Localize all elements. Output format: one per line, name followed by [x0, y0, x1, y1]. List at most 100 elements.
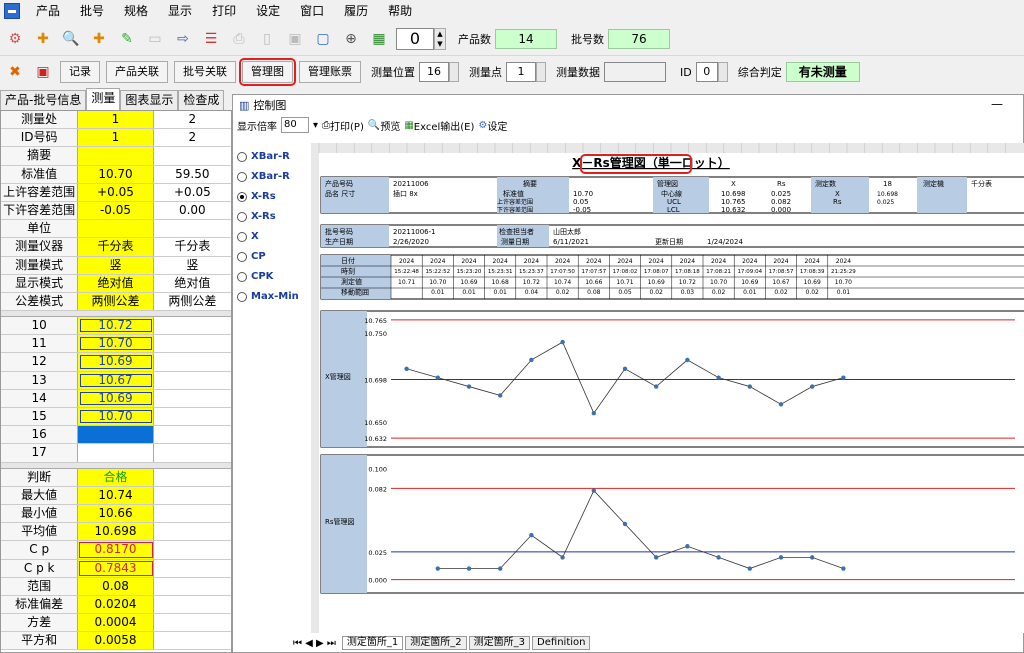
zoom-select[interactable]: 80 [281, 117, 309, 133]
radio-dot[interactable] [237, 192, 247, 202]
sheet-tab-def[interactable]: Definition [532, 636, 591, 650]
record-button[interactable]: 记录 [60, 61, 100, 83]
radio-dot[interactable] [237, 212, 247, 222]
control-chart-button[interactable]: 管理图 [239, 58, 296, 86]
cell-point2[interactable]: 千分表 [154, 238, 231, 255]
cell-point2[interactable]: 绝对值 [154, 275, 231, 292]
data-input[interactable] [604, 62, 666, 82]
cell-point2[interactable] [154, 147, 231, 164]
radio-dot[interactable] [237, 272, 247, 282]
zoom-dropdown-icon[interactable]: ▾ [313, 120, 318, 131]
add-lot-icon[interactable]: ✚ [88, 28, 110, 50]
cell-empty[interactable] [154, 444, 231, 461]
point-spinner[interactable] [536, 62, 546, 82]
measurement-cell[interactable] [78, 444, 154, 462]
cell-point1[interactable] [78, 147, 154, 165]
radio-dot[interactable] [237, 292, 247, 302]
cell-empty[interactable] [154, 390, 231, 407]
menu-view[interactable]: 显示 [158, 0, 202, 22]
cell-empty[interactable] [154, 372, 231, 389]
sheet-tab-1[interactable]: 测定箇所_1 [341, 636, 404, 650]
preview-icon[interactable]: 🔍 [368, 120, 380, 131]
chart-type-radio[interactable]: CP [233, 247, 309, 267]
radio-dot[interactable] [237, 152, 247, 162]
measurement-cell[interactable]: 10.70 [78, 408, 154, 426]
excel-export-button[interactable]: Excel输出(E) [414, 118, 475, 133]
search-lot-icon[interactable]: 🔍 [60, 28, 82, 50]
measurement-cell[interactable]: 10.69 [78, 353, 154, 371]
cell-point1[interactable] [78, 220, 154, 238]
cell-point1[interactable]: 竖 [78, 256, 154, 274]
cell-empty[interactable] [154, 317, 231, 334]
lot-link-button[interactable]: 批号关联 [174, 61, 236, 83]
cell-point1[interactable]: 两侧公差 [78, 292, 154, 311]
cell-point2[interactable]: 竖 [154, 257, 231, 274]
edit-icon[interactable]: ✎ [116, 28, 138, 50]
cell-point2[interactable] [154, 220, 231, 237]
window-icon[interactable]: ▢ [312, 28, 334, 50]
excel-export-icon[interactable]: ▦ [404, 120, 413, 131]
search-product-icon[interactable]: ⚙ [4, 28, 26, 50]
position-input[interactable]: 16 [419, 62, 449, 82]
cell-empty[interactable] [154, 335, 231, 352]
zoom-icon[interactable]: ⊕ [340, 28, 362, 50]
preview-button[interactable]: 预览 [380, 118, 400, 133]
cell-empty[interactable] [154, 408, 231, 425]
cell-point1[interactable]: 1 [78, 129, 154, 147]
cell-point1[interactable]: 1 [78, 111, 154, 129]
cell-point2[interactable]: +0.05 [154, 184, 231, 201]
cell-point1[interactable]: 千分表 [78, 238, 154, 256]
menu-print[interactable]: 打印 [202, 0, 246, 22]
tab-chart[interactable]: 图表显示 [120, 90, 179, 110]
cell-empty[interactable] [154, 353, 231, 370]
menu-history[interactable]: 履历 [334, 0, 378, 22]
measurement-cell[interactable]: 10.72 [78, 317, 154, 335]
id-spinner[interactable] [717, 62, 728, 82]
excel-icon[interactable]: ▦ [368, 28, 390, 50]
report-icon[interactable]: ☰ [200, 28, 222, 50]
chart-type-radio[interactable]: X-Rs [233, 207, 309, 227]
settings-icon[interactable]: ⚙ [478, 120, 487, 131]
measurement-cell[interactable]: 10.67 [78, 371, 154, 389]
chart-type-radio[interactable]: X [233, 227, 309, 247]
cell-point1[interactable]: +0.05 [78, 183, 154, 201]
print-button[interactable]: 打印(P) [330, 118, 364, 133]
id-input[interactable]: 0 [695, 62, 718, 82]
menu-help[interactable]: 帮助 [378, 0, 422, 22]
cell-point1[interactable]: 10.70 [78, 165, 154, 183]
mgmt-ledger-button[interactable]: 管理账票 [299, 61, 361, 83]
radio-dot[interactable] [237, 252, 247, 262]
chart-type-radio[interactable]: XBar-R [233, 147, 309, 167]
radio-dot[interactable] [237, 172, 247, 182]
menu-window[interactable]: 窗口 [290, 0, 334, 22]
cell-empty[interactable] [154, 426, 231, 443]
cell-point2[interactable]: 2 [154, 111, 231, 128]
menu-spec[interactable]: 规格 [114, 0, 158, 22]
cell-point2[interactable]: 59.50 [154, 166, 231, 183]
sheet-tab-3[interactable]: 测定箇所_3 [468, 636, 531, 650]
point-input[interactable]: 1 [506, 62, 536, 82]
measurement-cell[interactable] [78, 426, 154, 444]
chart-type-radio[interactable]: XBar-R [233, 167, 309, 187]
position-spinner[interactable] [449, 62, 459, 82]
count-spinner[interactable]: ▲ ▼ [434, 27, 446, 50]
add-product-icon[interactable]: ✚ [32, 28, 54, 50]
menu-product[interactable]: 产品 [26, 0, 70, 22]
cell-point2[interactable]: 0.00 [154, 202, 231, 219]
cell-point2[interactable]: 2 [154, 129, 231, 146]
print-icon[interactable]: ⎙ [322, 120, 330, 131]
chart-type-radio[interactable]: CPK [233, 267, 309, 287]
menu-settings[interactable]: 设定 [246, 0, 290, 22]
cell-point1[interactable]: -0.05 [78, 201, 154, 220]
measurement-cell[interactable]: 10.70 [78, 335, 154, 353]
sheet-tab-2[interactable]: 测定箇所_2 [405, 636, 467, 650]
radio-dot[interactable] [237, 232, 247, 242]
sheet-nav-icon[interactable]: ⏮ ◀ ▶ ⏭ [293, 638, 336, 649]
clear-icon[interactable]: ▣ [32, 61, 54, 83]
minimize-icon[interactable]: — [991, 97, 1003, 111]
chart-type-radio[interactable]: X-Rs [233, 187, 309, 207]
import-icon[interactable]: ⇨ [172, 28, 194, 50]
tab-inspect[interactable]: 检查成 [178, 90, 225, 110]
product-link-button[interactable]: 产品关联 [106, 61, 168, 83]
count-input[interactable]: 0 [396, 27, 434, 50]
